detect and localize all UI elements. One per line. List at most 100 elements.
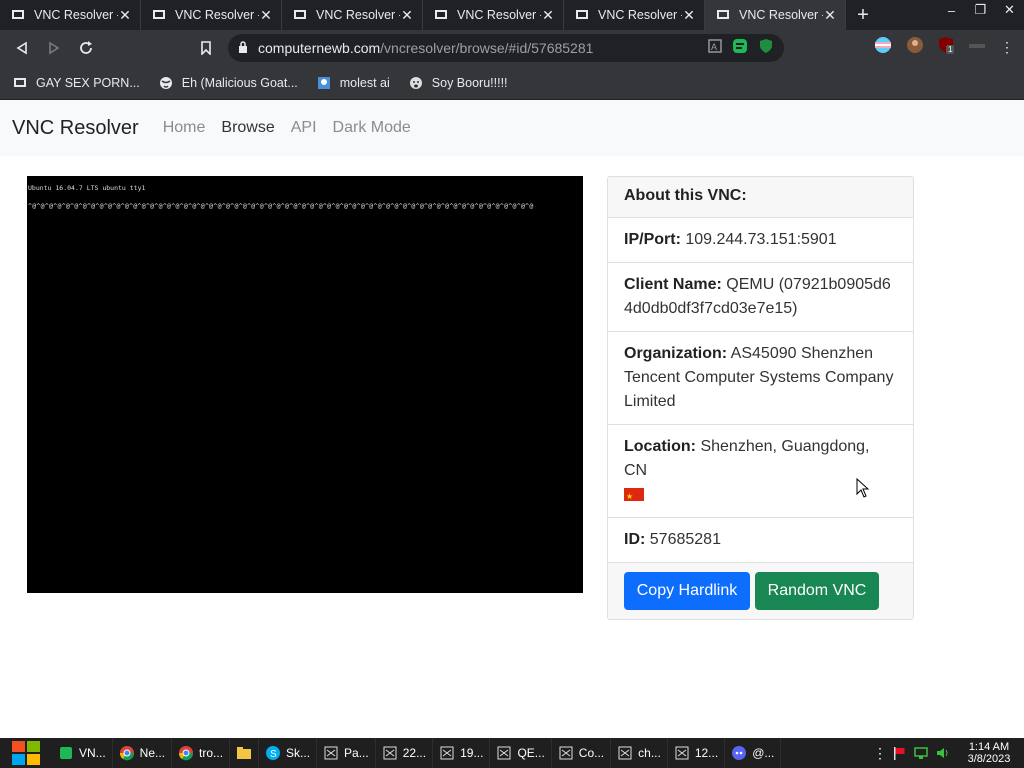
ip-port-label: IP/Port: [624, 231, 681, 248]
volume-icon[interactable] [932, 746, 954, 760]
location-label: Location: [624, 438, 696, 455]
taskbar-item[interactable]: 12... [668, 738, 726, 768]
taskbar-item[interactable]: 22... [376, 738, 434, 768]
about-card: About this VNC: IP/Port: 109.244.73.151:… [607, 176, 914, 620]
taskbar-item[interactable]: @... [725, 738, 782, 768]
profile-flag-icon[interactable] [874, 36, 892, 59]
location-row: Location: Shenzhen, Guangdong, CN [608, 425, 913, 518]
browser-tab[interactable]: VNC Resolver - ✕ [423, 0, 564, 30]
taskbar-label: Ne... [139, 746, 166, 760]
address-bar[interactable]: computernewb.com/vncresolver/browse/#id/… [228, 34, 784, 62]
nav-browse[interactable]: Browse [221, 119, 274, 137]
vnc-resolver-favicon-icon [433, 7, 449, 23]
taskbar-item[interactable]: Pa... [317, 738, 376, 768]
avatar-icon[interactable] [906, 36, 924, 59]
close-icon[interactable]: ✕ [682, 7, 696, 24]
client-name-row: Client Name: QEMU (07921b0905d64d0db0df3… [608, 263, 913, 332]
copy-hardlink-button[interactable]: Copy Hardlink [624, 572, 750, 610]
browser-tab[interactable]: VNC Resolver - ✕ [564, 0, 705, 30]
start-button[interactable] [0, 738, 52, 768]
close-icon[interactable]: ✕ [400, 7, 414, 24]
nav-api[interactable]: API [291, 119, 317, 137]
vnc-window-icon [674, 745, 690, 761]
browser-tab[interactable]: VNC Resolver - ✕ [0, 0, 141, 30]
taskbar-item[interactable]: 19... [433, 738, 491, 768]
window-controls: – ❐ ✕ [937, 0, 1024, 20]
browser-tab[interactable]: VNC Resolver - ✕ [141, 0, 282, 30]
taskbar-label: 12... [694, 746, 719, 760]
taskbar-label: @... [752, 746, 775, 760]
back-icon[interactable] [6, 32, 38, 64]
soy-favicon-icon [408, 75, 424, 91]
url-path: /vncresolver/browse/#id/57685281 [380, 40, 594, 56]
menu-icon[interactable]: ⋮ [1000, 39, 1014, 56]
translate-icon[interactable]: A [708, 38, 722, 58]
taskbar-item[interactable]: Co... [552, 738, 612, 768]
vnc-window-icon [439, 745, 455, 761]
close-window-icon[interactable]: ✕ [995, 0, 1024, 20]
close-icon[interactable]: ✕ [118, 7, 132, 24]
taskbar-item[interactable]: QE... [490, 738, 552, 768]
extension-gray-icon[interactable] [968, 39, 986, 57]
bookmark-label: molest ai [339, 75, 390, 90]
tab-title: VNC Resolver - [457, 8, 541, 22]
bookmark-icon[interactable] [190, 32, 222, 64]
clock-date: 3/8/2023 [967, 753, 1011, 765]
bookmark-item[interactable]: molest ai [316, 75, 390, 91]
taskbar-item[interactable]: VN... [52, 738, 113, 768]
minimize-icon[interactable]: – [937, 0, 966, 20]
tab-strip: VNC Resolver - ✕ VNC Resolver - ✕ VNC Re… [0, 0, 1024, 30]
taskbar-item[interactable] [230, 738, 260, 768]
reload-icon[interactable] [70, 32, 102, 64]
tab-title: VNC Resolver - [598, 8, 682, 22]
ublock-icon[interactable]: 1 [938, 36, 955, 59]
flag-icon[interactable] [888, 746, 910, 760]
new-tab-button[interactable]: + [846, 0, 880, 30]
taskbar-item[interactable]: Ne... [113, 738, 173, 768]
nav-home[interactable]: Home [163, 119, 206, 137]
vnc-screenshot: Ubuntu 16.04.7 LTS ubuntu tty1 ^@^@^@^@^… [27, 176, 583, 593]
tab-title: VNC Resolver - [739, 8, 823, 22]
chrome-icon [178, 745, 194, 761]
taskbar-item[interactable]: tro... [172, 738, 231, 768]
nav-dark-mode[interactable]: Dark Mode [333, 119, 411, 137]
close-icon[interactable]: ✕ [259, 7, 273, 24]
taskbar-item[interactable]: S Sk... [259, 738, 318, 768]
organization-row: Organization: AS45090 Shenzhen Tencent C… [608, 332, 913, 425]
browser-tab-active[interactable]: VNC Resolver - ✕ [705, 0, 846, 30]
bookmark-item[interactable]: Eh (Malicious Goat... [158, 75, 298, 91]
skype-icon: S [265, 745, 281, 761]
site-navbar: VNC Resolver Home Browse API Dark Mode [0, 100, 1024, 156]
network-icon[interactable] [910, 746, 932, 760]
extension-green-icon[interactable] [732, 38, 748, 59]
clock[interactable]: 1:14 AM 3/8/2023 [954, 741, 1024, 765]
bookmark-item[interactable]: GAY SEX PORN... [12, 75, 140, 91]
close-icon[interactable]: ✕ [823, 7, 837, 24]
restore-icon[interactable]: ❐ [966, 0, 995, 20]
bookmark-label: Eh (Malicious Goat... [181, 75, 298, 90]
vnc-resolver-favicon-icon [715, 7, 731, 23]
close-icon[interactable]: ✕ [541, 7, 555, 24]
globe-icon [158, 75, 174, 91]
url-text: computernewb.com/vncresolver/browse/#id/… [258, 40, 708, 56]
extension-icons: 1 ⋮ [874, 36, 1014, 59]
spotify-icon [58, 745, 74, 761]
bookmark-item[interactable]: Soy Booru!!!!! [408, 75, 508, 91]
taskbar-item[interactable]: ch... [611, 738, 668, 768]
browser-toolbar: computernewb.com/vncresolver/browse/#id/… [0, 30, 1024, 66]
windows-logo-icon [12, 741, 40, 765]
overflow-icon[interactable]: ⋮ [872, 745, 888, 762]
id-row: ID: 57685281 [608, 518, 913, 563]
vnc-window-icon [496, 745, 512, 761]
id-value: 57685281 [649, 531, 721, 548]
taskbar-label: 22... [402, 746, 427, 760]
browser-tab[interactable]: VNC Resolver - ✕ [282, 0, 423, 30]
forward-icon[interactable] [38, 32, 70, 64]
lock-icon[interactable] [238, 40, 248, 56]
shield-icon[interactable] [758, 38, 774, 59]
page-content: VNC Resolver Home Browse API Dark Mode U… [0, 100, 1024, 738]
site-brand[interactable]: VNC Resolver [12, 117, 139, 140]
organization-label: Organization: [624, 345, 728, 362]
tab-title: VNC Resolver - [316, 8, 400, 22]
random-vnc-button[interactable]: Random VNC [755, 572, 879, 610]
